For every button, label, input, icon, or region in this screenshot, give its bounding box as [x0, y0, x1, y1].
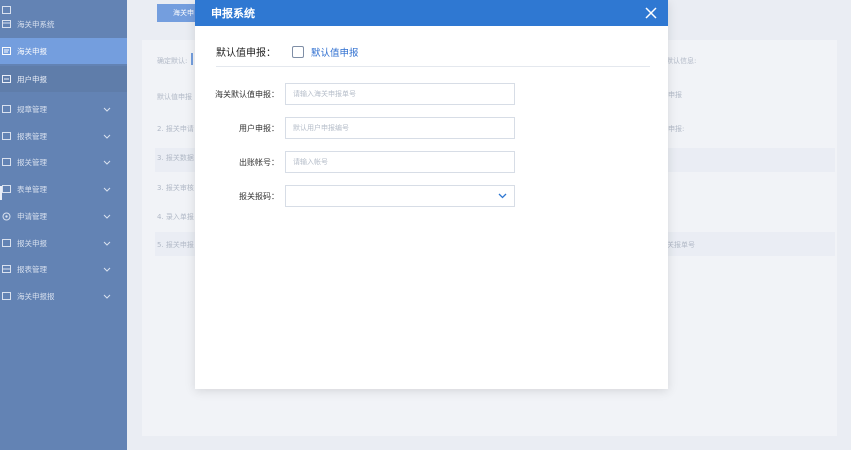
customs-default-label: 海关默认值申报：: [215, 90, 279, 99]
default-declaration-label: 默认值申报：: [216, 48, 276, 59]
default-declaration-row: 默认值申报： 默认值申报: [216, 44, 359, 59]
form-row: 海关默认值申报：: [195, 83, 668, 107]
default-declaration-checkbox[interactable]: [292, 45, 304, 58]
form-row: 出账帐号：: [195, 151, 668, 175]
user-declaration-label: 用户申报：: [239, 124, 279, 133]
account-input[interactable]: [285, 151, 515, 173]
form-row: 用户申报：: [195, 117, 668, 141]
customs-default-input[interactable]: [285, 83, 515, 105]
divider: [216, 66, 650, 67]
account-label: 出账帐号：: [239, 158, 279, 167]
declaration-modal: 申报系统 默认值申报： 默认值申报 海关默认值申报： 用户申报： 出账帐号： 报…: [195, 0, 668, 389]
user-declaration-input[interactable]: [285, 117, 515, 139]
chevron-down-icon: [498, 192, 507, 201]
close-icon[interactable]: [644, 6, 658, 20]
form-row: 报关报码：: [195, 185, 668, 209]
customs-code-select[interactable]: [285, 185, 515, 207]
customs-code-label: 报关报码：: [239, 192, 279, 201]
modal-title: 申报系统: [211, 7, 255, 20]
modal-header: 申报系统: [195, 0, 668, 26]
default-declaration-option[interactable]: 默认值申报: [311, 45, 359, 59]
